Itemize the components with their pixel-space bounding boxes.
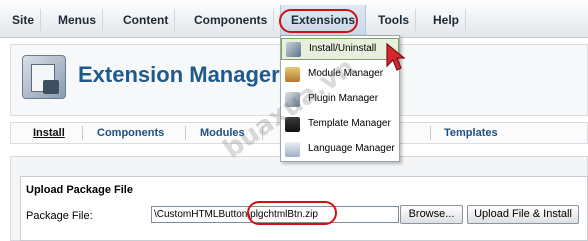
extension-manager-icon	[22, 55, 66, 99]
dropdown-item-label: Template Manager	[308, 118, 391, 129]
menu-site[interactable]: Site	[6, 9, 42, 31]
tab-divider	[185, 126, 186, 140]
tab-install[interactable]: Install	[33, 127, 65, 139]
upload-install-button[interactable]: Upload File & Install	[467, 205, 579, 224]
dropdown-item-language-manager[interactable]: Language Manager	[281, 139, 399, 161]
menu-content[interactable]: Content	[117, 9, 176, 31]
tab-templates[interactable]: Templates	[444, 127, 498, 139]
tab-divider	[430, 126, 431, 140]
menu-components[interactable]: Components	[188, 9, 275, 31]
module-icon	[285, 67, 300, 82]
upload-section-title: Upload Package File	[26, 184, 133, 196]
menu-tools[interactable]: Tools	[372, 9, 417, 31]
menu-help[interactable]: Help	[427, 9, 467, 31]
dropdown-item-label: Language Manager	[308, 143, 395, 154]
tab-components[interactable]: Components	[97, 127, 164, 139]
package-file-label: Package File:	[26, 210, 93, 222]
menu-menus[interactable]: Menus	[52, 9, 104, 31]
extensions-highlight-oval	[279, 9, 358, 33]
tab-divider	[82, 126, 83, 140]
filename-highlight-oval	[247, 201, 337, 225]
browse-button[interactable]: Browse...	[400, 205, 463, 224]
mouse-cursor-icon	[386, 42, 405, 71]
install-icon	[286, 42, 301, 57]
page-title: Extension Manager	[78, 62, 280, 87]
language-icon	[285, 142, 300, 157]
